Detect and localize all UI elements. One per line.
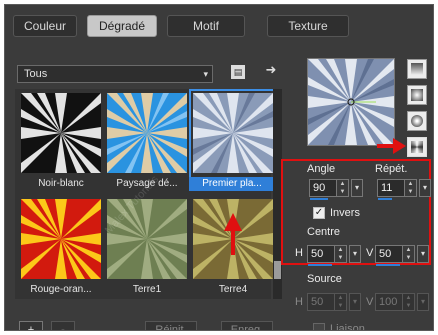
- spinner-arrows: ▲ ▼: [402, 294, 414, 310]
- radial-style-button[interactable]: [407, 137, 427, 157]
- repeats-dropdown[interactable]: ▾: [419, 179, 431, 197]
- gradient-thumb-paysage-desert[interactable]: [107, 93, 187, 173]
- gradient-thumb-rouge-orange[interactable]: [21, 199, 101, 279]
- material-properties-panel: Couleur Dégradé Motif Texture Tous ▾ ▤ ➜…: [4, 4, 434, 331]
- repeats-value: 11: [381, 182, 393, 194]
- chevron-down-icon: ▾: [349, 293, 361, 311]
- gradient-gallery: Noir-blanc Paysage dé... Premier pla... …: [15, 89, 275, 299]
- angle-dropdown[interactable]: ▾: [351, 179, 363, 197]
- save-button[interactable]: Enreg.: [221, 321, 273, 330]
- source-v-label: V: [366, 296, 374, 308]
- gradient-thumb-premier-plan[interactable]: [193, 93, 273, 173]
- center-v-slider-bar[interactable]: [376, 264, 400, 266]
- center-v-label: V: [366, 247, 374, 259]
- chevron-down-icon: ▾: [203, 69, 208, 79]
- center-h-slider-bar[interactable]: [308, 264, 332, 266]
- source-h-spinner: 50 ▲ ▼: [307, 293, 347, 311]
- source-v-value: 100: [379, 296, 398, 308]
- scrollbar-thumb[interactable]: [274, 261, 281, 279]
- gradient-thumb-label: Terre1: [132, 284, 162, 295]
- chevron-down-icon: ▾: [417, 293, 429, 311]
- sunburst-style-button[interactable]: [407, 111, 427, 131]
- gradient-category-select[interactable]: Tous ▾: [17, 65, 213, 83]
- tab-degrade[interactable]: Dégradé: [87, 15, 157, 37]
- gradient-thumb-label: Premier pla...: [189, 177, 275, 191]
- spinner-arrows: ▲ ▼: [334, 294, 346, 310]
- spinner-arrows[interactable]: ▲ ▼: [404, 180, 416, 196]
- radial-gradient-icon: [411, 141, 423, 153]
- add-gradient-button[interactable]: +: [19, 321, 43, 330]
- angle-spinner[interactable]: 90 ▲ ▼: [309, 179, 349, 200]
- gradient-thumb-label: Terre4: [218, 284, 248, 295]
- tab-bar: Couleur Dégradé Motif Texture: [5, 5, 433, 45]
- angle-label: Angle: [307, 163, 336, 175]
- chevron-down-icon: ▾: [417, 245, 429, 263]
- chevron-down-icon: ▾: [419, 179, 431, 197]
- red-arrow-right-icon: [377, 138, 406, 154]
- tab-texture[interactable]: Texture: [267, 15, 349, 37]
- tab-motif[interactable]: Motif: [167, 15, 245, 37]
- center-h-value: 50: [311, 248, 324, 260]
- angle-slider-bar[interactable]: [310, 198, 328, 200]
- arrow-right-icon[interactable]: ➜: [263, 63, 279, 79]
- invert-checkbox[interactable]: ✓: [313, 207, 325, 219]
- gradient-thumb-label: Noir-blanc: [38, 178, 84, 189]
- gradient-thumb-noir-blanc[interactable]: [21, 93, 101, 173]
- rectangular-gradient-icon: [411, 89, 423, 101]
- linear-style-button[interactable]: [407, 59, 427, 79]
- repeats-label: Répét.: [375, 163, 408, 175]
- source-h-dropdown: ▾: [349, 293, 361, 311]
- center-h-label: H: [295, 247, 303, 259]
- center-h-spinner[interactable]: 50 ▲ ▼: [307, 245, 347, 266]
- source-h-label: H: [295, 296, 303, 308]
- link-label: Liaison: [330, 323, 365, 331]
- rectangular-style-button[interactable]: [407, 85, 427, 105]
- reset-button[interactable]: Réinit.: [145, 321, 197, 330]
- invert-label: Invers: [330, 207, 360, 219]
- repeats-spinner[interactable]: 11 ▲ ▼: [377, 179, 417, 200]
- chevron-down-icon: ▾: [349, 245, 361, 263]
- sunburst-gradient-icon: [411, 115, 423, 127]
- chevron-down-icon: ▾: [351, 179, 363, 197]
- center-v-spinner[interactable]: 50 ▲ ▼: [375, 245, 415, 266]
- source-h-value: 50: [311, 296, 324, 308]
- remove-gradient-button[interactable]: -: [51, 321, 75, 330]
- center-h-dropdown[interactable]: ▾: [349, 245, 361, 263]
- repeats-slider-bar[interactable]: [378, 198, 392, 200]
- spinner-arrows[interactable]: ▲ ▼: [336, 180, 348, 196]
- source-v-dropdown: ▾: [417, 293, 429, 311]
- source-label: Source: [307, 273, 342, 285]
- gradient-thumb-label: Rouge-oran...: [30, 284, 92, 295]
- linear-gradient-icon: [411, 63, 423, 75]
- center-v-dropdown[interactable]: ▾: [417, 245, 429, 263]
- source-v-spinner: 100 ▲ ▼: [375, 293, 415, 311]
- gradient-preview[interactable]: [307, 58, 395, 146]
- center-v-value: 50: [379, 248, 392, 260]
- tab-couleur[interactable]: Couleur: [13, 15, 77, 37]
- link-checkbox[interactable]: [313, 323, 325, 330]
- spinner-arrows[interactable]: ▲ ▼: [334, 246, 346, 262]
- gradient-thumb-terre4[interactable]: [193, 199, 273, 279]
- center-label: Centre: [307, 226, 341, 238]
- gradient-category-value: Tous: [24, 68, 48, 80]
- spinner-arrows[interactable]: ▲ ▼: [402, 246, 414, 262]
- angle-value: 90: [313, 182, 326, 194]
- folder-icon[interactable]: ▤: [231, 65, 245, 79]
